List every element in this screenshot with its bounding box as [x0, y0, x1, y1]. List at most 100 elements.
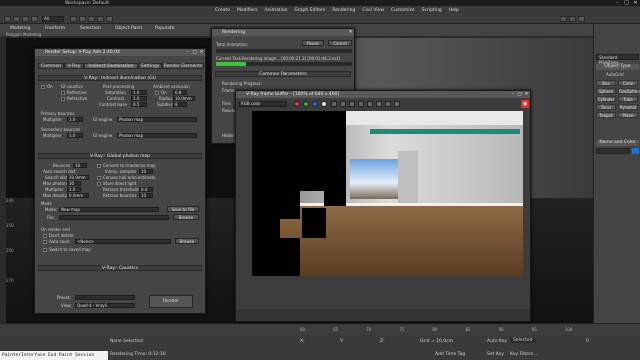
menu-customize[interactable]: Customize [391, 8, 415, 13]
render-image-canvas[interactable] [252, 111, 523, 276]
tab-indirect-illumination[interactable]: Indirect illumination [84, 63, 138, 69]
menu-animation[interactable]: Animation [265, 8, 288, 13]
key-filters-button[interactable]: Key Filters... [510, 352, 537, 357]
scale-icon[interactable] [106, 16, 113, 22]
photon-map-rollout-header[interactable]: V-Ray:: Global photon map [38, 153, 202, 159]
contrast-base-field[interactable]: 0.5 [131, 102, 147, 107]
refractive-checkbox[interactable] [61, 97, 65, 101]
green-channel-icon[interactable] [303, 101, 309, 107]
secondary-gi-engine-dropdown[interactable]: Photon map [117, 133, 197, 138]
maximize-icon[interactable]: □ [191, 49, 198, 56]
contrast-field[interactable]: 1.0 [131, 96, 147, 101]
photon-multiplier-field[interactable]: 1.0 [67, 187, 81, 192]
undo-icon[interactable] [4, 16, 11, 22]
primary-gi-engine-dropdown[interactable]: Photon map [117, 117, 197, 122]
track-mouse-icon[interactable] [367, 101, 373, 107]
common-parameters-header[interactable]: Common Parameters [215, 71, 351, 77]
secondary-multiplier-field[interactable]: 1.0 [67, 133, 83, 138]
rotate-icon[interactable] [97, 16, 104, 22]
store-direct-light-checkbox[interactable] [97, 182, 101, 186]
render-production-icon[interactable] [578, 16, 585, 22]
menu-create[interactable]: Create [215, 8, 230, 13]
object-name-field[interactable] [596, 148, 630, 154]
select-by-name-icon[interactable] [79, 16, 86, 22]
auto-key-button[interactable]: Auto Key [487, 339, 507, 344]
teapot-button[interactable]: Teapot [596, 112, 616, 118]
blue-channel-icon[interactable] [312, 101, 318, 107]
add-time-tag[interactable]: Add Time Tag [435, 352, 465, 357]
close-icon[interactable]: ✕ [198, 49, 205, 56]
box-button[interactable]: Box [596, 80, 616, 86]
render-button[interactable]: Render [149, 295, 193, 308]
minimize-icon[interactable]: – [184, 49, 191, 56]
subdivs-field[interactable]: 8 [173, 102, 187, 107]
move-icon[interactable] [88, 16, 95, 22]
primary-multiplier-field[interactable]: 1.0 [67, 117, 83, 122]
file-path-field[interactable] [59, 215, 169, 220]
maximize-icon[interactable]: □ [516, 91, 523, 98]
ribbon-tab-selection[interactable]: Selection [80, 26, 101, 31]
menu-help[interactable]: Help [449, 8, 459, 13]
menu-graph-editors[interactable]: Graph Editors [294, 8, 325, 13]
dont-delete-checkbox[interactable] [43, 234, 47, 238]
auto-save-checkbox[interactable] [43, 240, 47, 244]
ao-amount-field[interactable]: 0.8 [173, 90, 187, 95]
preset-dropdown[interactable] [75, 295, 135, 300]
tab-vray[interactable]: V-Ray [64, 63, 84, 69]
primitive-type-dropdown[interactable]: Standard Primitives [596, 54, 639, 65]
timeline[interactable]: 60 65 70 75 80 85 90 95 100 [0, 323, 640, 335]
set-key-button[interactable]: Set Key [487, 352, 504, 357]
red-channel-icon[interactable] [294, 101, 300, 107]
geosphere-button[interactable]: GeoSphere [618, 88, 640, 94]
caustics-rollout-header[interactable]: V-Ray:: Caustics [38, 265, 202, 271]
plane-button[interactable]: Plane [618, 112, 638, 118]
auto-save-path-field[interactable]: <None> [75, 239, 171, 244]
unlink-icon[interactable] [31, 16, 38, 22]
ribbon-tab-populate[interactable]: Populate [155, 26, 175, 31]
switch-saved-map-checkbox[interactable] [43, 248, 47, 252]
maxscript-listener[interactable]: PainterInterface End Paint Session [0, 351, 108, 360]
browse-button[interactable]: Browse [173, 214, 199, 220]
torus-button[interactable]: Torus [596, 104, 616, 110]
max-photons-field[interactable]: 30 [67, 181, 81, 186]
bounces-field[interactable]: 10 [73, 163, 87, 168]
ribbon-tab-freeform[interactable]: Freeform [45, 26, 65, 31]
autogrid-label[interactable]: AutoGrid [606, 72, 624, 77]
render-setup-icon[interactable] [560, 16, 567, 22]
mode-dropdown[interactable]: New map [59, 207, 159, 212]
copy-to-max-vfb-icon[interactable] [358, 101, 364, 107]
cancel-button[interactable]: Cancel [328, 40, 352, 46]
interp-samples-field[interactable]: 10 [139, 169, 153, 174]
link-icon[interactable] [22, 16, 29, 22]
mono-channel-icon[interactable] [321, 101, 327, 107]
key-mode-dropdown[interactable]: Selected [510, 338, 536, 343]
render-last-icon[interactable] [385, 101, 391, 107]
selection-filter-dropdown[interactable]: All [42, 16, 64, 22]
cone-button[interactable]: Cone [618, 80, 638, 86]
tab-common[interactable]: Common [38, 63, 64, 69]
load-image-icon[interactable] [340, 101, 346, 107]
close-icon[interactable]: ✕ [347, 29, 354, 36]
retrace-bounces-field[interactable]: 10 [139, 193, 153, 198]
save-image-icon[interactable] [331, 101, 337, 107]
convert-irradiance-checkbox[interactable] [97, 164, 101, 168]
menu-rendering[interactable]: Rendering [332, 8, 355, 13]
object-color-swatch[interactable] [632, 148, 639, 154]
saturation-field[interactable]: 1.0 [131, 90, 147, 95]
object-type-header[interactable]: Object Type [596, 64, 639, 70]
ao-on-checkbox[interactable] [155, 91, 159, 95]
vfb-title[interactable]: V-Ray frame buffer - [100% of 640 x 400] [236, 91, 530, 98]
reflective-checkbox[interactable] [61, 91, 65, 95]
channel-dropdown[interactable]: RGB color [239, 101, 287, 107]
retrace-threshold-field[interactable]: 0.0 [139, 187, 153, 192]
auto-save-browse-button[interactable]: Browse [175, 238, 199, 244]
show-corrections-icon[interactable] [394, 101, 400, 107]
radius-field[interactable]: 10.0mm [173, 96, 195, 101]
pause-button[interactable]: Pause [302, 40, 324, 46]
view-dropdown[interactable]: Quad 4 - Vrayli [75, 303, 135, 308]
close-icon[interactable]: ✕ [523, 91, 530, 98]
menu-civil-view[interactable]: Civil View [362, 8, 384, 13]
max-density-field[interactable]: 0.0mm [67, 193, 89, 198]
save-to-file-button[interactable]: Save to file [167, 206, 199, 212]
region-render-icon[interactable] [376, 101, 382, 107]
